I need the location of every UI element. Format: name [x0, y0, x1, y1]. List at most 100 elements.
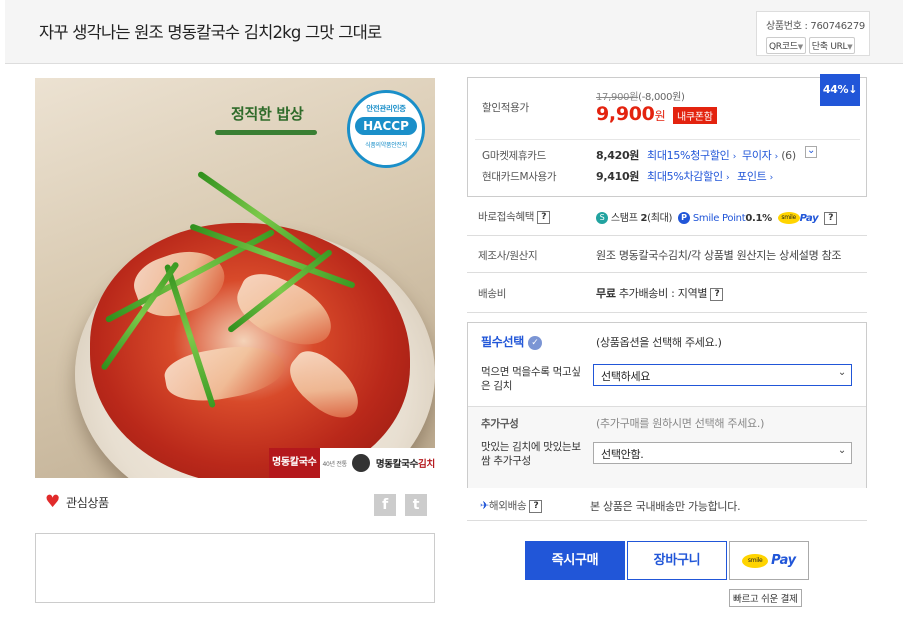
empty-panel [35, 533, 435, 603]
option2-value: 선택안함. [601, 448, 644, 461]
brand-banner: 명동칼국수 40년 전통 명동칼국수김치 [269, 448, 435, 478]
origin-label: 제조사/원산지 [478, 250, 538, 262]
interest-free-link[interactable]: 무이자 › (6) [742, 147, 796, 163]
brand-name: 명동칼국수김치 [376, 456, 435, 470]
addon-hint: (추가구매를 원하시면 선택해 주세요.) [596, 417, 765, 430]
option2-select[interactable]: 선택안함. ⌄ [593, 442, 852, 464]
discount-price-label: 할인적용가 [482, 102, 529, 114]
help-icon[interactable]: ? [529, 499, 543, 513]
smile-pay-button[interactable]: smile Pay [729, 541, 809, 580]
qr-code-label: QR코드 [769, 42, 798, 52]
current-price: 9,900원 [596, 103, 666, 125]
divider [467, 235, 867, 236]
smile-point-icon: P [677, 212, 690, 224]
add-to-cart-button[interactable]: 장바구니 [627, 541, 727, 580]
benefit-label: 바로접속혜택 [478, 211, 535, 223]
haccp-main-text: HACCP [355, 117, 417, 135]
benefit-row: S 스탬프 2(최대) P Smile Point0.1% smile Pay ? [596, 209, 838, 225]
chevron-down-icon: ▼ [797, 43, 803, 51]
brand-name-prefix: 명동칼국수 [375, 459, 419, 470]
benefit-label-row: 바로접속혜택 ? [478, 209, 551, 224]
chevron-down-icon: ▼ [847, 43, 853, 51]
buy-now-button[interactable]: 즉시구매 [525, 541, 625, 580]
pay-text: Pay [799, 213, 819, 224]
brand-name-suffix: 김치 [418, 459, 435, 470]
help-icon[interactable]: ? [537, 210, 551, 224]
option2-label: 맛있는 김치에 맛있는보쌈 추가구성 [481, 441, 581, 467]
origin-value: 원조 명동칼국수김치/각 상품별 원산지는 상세설명 참조 [596, 249, 842, 262]
overseas-label-row: ✈해외배송 ? [480, 498, 543, 513]
chevron-right-icon: › [732, 152, 737, 162]
currency-unit: 원 [654, 109, 666, 123]
discount-badge: 44%↓ [820, 74, 860, 106]
stamp-label: 스탬프 [610, 213, 638, 224]
haccp-seal: 안전관리인증 HACCP 식품의약품안전처 [347, 90, 425, 168]
twitter-icon[interactable]: t [405, 494, 427, 516]
divider [467, 520, 867, 521]
required-hint: (상품옵션을 선택해 주세요.) [596, 336, 722, 349]
smile-point-label: Smile Point [692, 213, 746, 224]
smile-pay-logo: smile [742, 553, 769, 568]
overseas-label: 해외배송 [488, 500, 527, 512]
point-label: 포인트 [737, 170, 767, 183]
interest-free-label: 무이자 [742, 149, 772, 162]
expand-icon[interactable]: ⌄ [805, 146, 817, 158]
addon-label: 추가구성 [481, 418, 519, 430]
stamp-icon: S [596, 212, 608, 224]
airplane-icon: ✈ [480, 499, 489, 512]
brand-logo: 정직한 밥상 [231, 105, 304, 123]
haccp-top-text: 안전관리인증 [366, 104, 406, 113]
stamp-max: (최대) [647, 213, 673, 224]
favorite-button[interactable]: ♥ 관심상품 [45, 494, 109, 511]
coupon-tag[interactable]: 내쿠폰함 [673, 107, 717, 124]
haccp-bottom-text: 식품의약품안전처 [365, 142, 407, 149]
chevron-down-icon: ⌄ [837, 445, 846, 456]
down-arrow-icon: ↓ [848, 83, 858, 96]
product-number-box: 상품번호 : 760746279 QR코드▼ 단축 URL▼ [756, 11, 870, 56]
hyundai-card-price: 9,410원 [596, 170, 640, 183]
divider [475, 139, 860, 140]
required-select-label: 필수선택 [481, 335, 524, 349]
shipping-value: 무료 추가배송비 : 지역별 ? [596, 285, 724, 301]
gmarket-card-benefit: 최대15%청구할인 [647, 149, 730, 162]
discount-percent: 44% [822, 83, 849, 96]
logo-swoosh [215, 130, 317, 135]
pay-text: Pay [771, 553, 796, 568]
required-select-label-row: 필수선택 ✓ [481, 333, 542, 350]
gmarket-card-label: G마켓제휴카드 [482, 150, 546, 162]
qr-code-button[interactable]: QR코드▼ [766, 37, 806, 54]
facebook-icon[interactable]: f [374, 494, 396, 516]
heart-icon: ♥ [45, 492, 60, 512]
overseas-value: 본 상품은 국내배송만 가능합니다. [590, 500, 741, 513]
divider [467, 312, 867, 313]
current-price-value: 9,900 [596, 103, 655, 125]
discount-amount: (-8,000원) [638, 92, 685, 103]
favorite-label: 관심상품 [65, 496, 109, 510]
brand-small-text: 40년 전통 [322, 460, 348, 468]
product-title: 자꾸 생각나는 원조 명동칼국수 김치2kg 그맛 그대로 [39, 23, 382, 42]
option1-value: 선택하세요 [601, 370, 651, 383]
product-number: 상품번호 : 760746279 [766, 21, 865, 32]
product-image[interactable]: 정직한 밥상 안전관리인증 HACCP 식품의약품안전처 명동칼국수 40년 전… [35, 78, 435, 478]
brand-box: 명동칼국수 [269, 448, 320, 478]
shipping-label: 배송비 [478, 288, 507, 300]
original-price: 17,900원 [596, 92, 639, 103]
divider [467, 272, 867, 273]
hyundai-card-label: 현대카드M사용가 [482, 171, 557, 183]
shipping-free: 무료 [596, 287, 616, 300]
option1-label: 먹으면 먹을수록 먹고싶은 김치 [481, 366, 581, 392]
smile-pay-tooltip: 빠르고 쉬운 결제 [729, 589, 802, 607]
gmarket-card-price: 8,420원 [596, 149, 640, 162]
help-icon[interactable]: ? [710, 287, 724, 301]
hyundai-card-benefit: 최대5%차감할인 [647, 170, 723, 183]
help-icon[interactable]: ? [824, 211, 838, 225]
short-url-button[interactable]: 단축 URL▼ [808, 37, 856, 54]
hyundai-card-benefit-link[interactable]: 최대5%차감할인 › [647, 168, 730, 184]
brand-mark-icon [351, 454, 370, 472]
chevron-down-icon: ⌄ [837, 367, 846, 378]
option1-select[interactable]: 선택하세요 ⌄ [593, 364, 852, 386]
point-link[interactable]: 포인트 › [737, 168, 773, 184]
smile-pay-logo: smile [777, 212, 800, 224]
chevron-right-icon: › [725, 173, 730, 183]
gmarket-card-benefit-link[interactable]: 최대15%청구할인 › [647, 147, 736, 163]
